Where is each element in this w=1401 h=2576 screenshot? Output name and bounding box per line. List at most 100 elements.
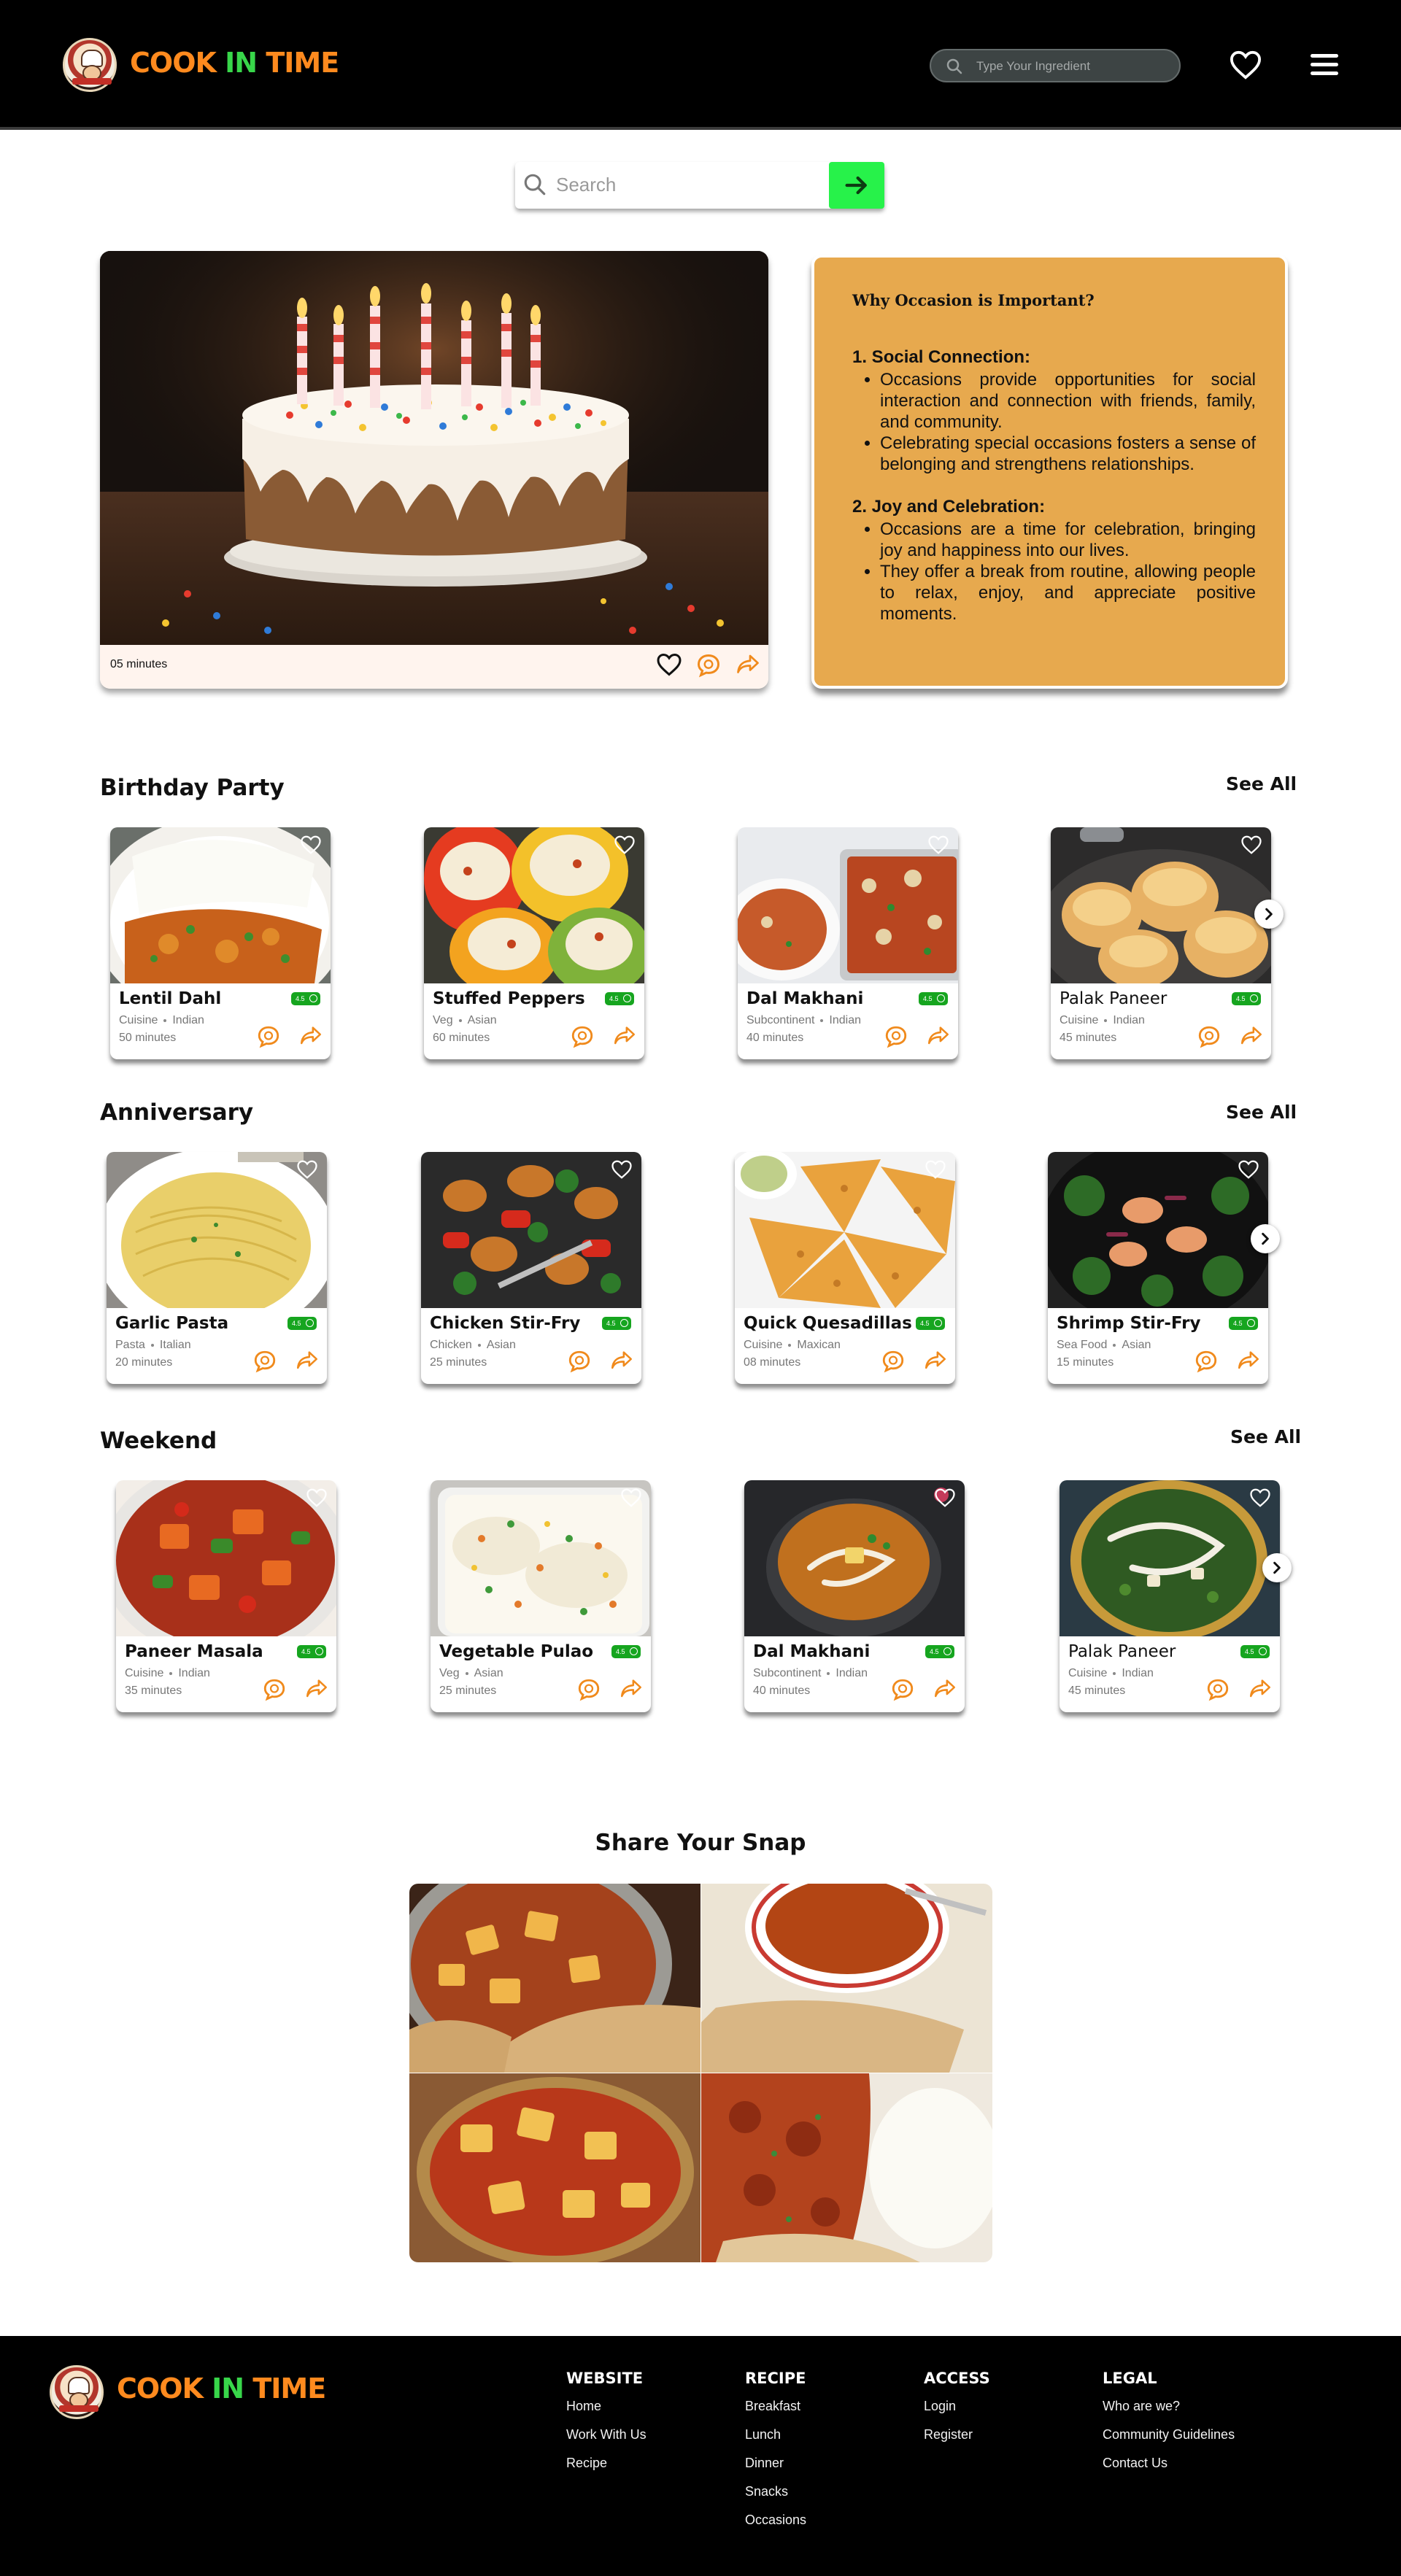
snap-photo[interactable] (701, 1884, 992, 2073)
footer-link[interactable]: Occasions (745, 2513, 806, 2527)
share-icon[interactable] (1236, 1349, 1261, 1372)
see-all-link[interactable]: See All (1226, 1102, 1297, 1123)
heart-icon[interactable] (620, 1488, 642, 1508)
recipe-category: Sea Food (1057, 1339, 1108, 1351)
recipe-category: Cuisine (744, 1339, 783, 1351)
carousel-next-button[interactable] (1254, 900, 1284, 929)
heart-icon[interactable] (1240, 835, 1262, 855)
heart-icon[interactable] (1238, 1159, 1259, 1180)
footer-link[interactable]: Recipe (566, 2456, 647, 2470)
recipe-cuisine: Italian (159, 1339, 191, 1351)
chat-icon[interactable] (1205, 1677, 1230, 1702)
recipe-card[interactable]: Dal Makhani 4.5 Subcontinent Indian 40 minut… (744, 1480, 965, 1712)
recipe-card[interactable]: Quick Quesadillas 4.5 Cuisine Maxican 08 min… (735, 1152, 955, 1384)
heart-icon[interactable] (614, 835, 636, 855)
star-badge-icon (1259, 1647, 1267, 1655)
logo-icon[interactable] (63, 38, 117, 92)
carousel-next-button[interactable] (1262, 1553, 1292, 1582)
footer-brand-name[interactable]: COOK IN TIME (117, 2372, 326, 2405)
chat-icon[interactable] (252, 1349, 277, 1374)
recipe-card[interactable]: Paneer Masala 4.5 Cuisine Indian 35 minutes (116, 1480, 336, 1712)
star-badge-icon (620, 1319, 628, 1327)
footer-link[interactable]: Work With Us (566, 2427, 647, 2442)
recipe-card[interactable]: Garlic Pasta 4.5 Pasta Italian 20 minutes (107, 1152, 327, 1384)
recipe-card[interactable]: Palak Paneer 4.5 Cuisine Indian 45 minutes (1051, 827, 1271, 1059)
ingredient-search[interactable] (930, 49, 1181, 82)
share-icon[interactable] (298, 1024, 323, 1048)
chat-icon[interactable] (567, 1349, 592, 1374)
brand-name[interactable]: COOK IN TIME (130, 47, 339, 79)
chat-icon[interactable] (890, 1677, 915, 1702)
footer-link[interactable]: Lunch (745, 2427, 806, 2442)
recipe-card[interactable]: Palak Paneer 4.5 Cuisine Indian 45 minutes (1060, 1480, 1280, 1712)
recipe-card[interactable]: Stuffed Peppers 4.5 Veg Asian 60 minutes (424, 827, 644, 1059)
heart-icon[interactable] (934, 1488, 956, 1508)
heart-icon[interactable] (300, 835, 322, 855)
share-icon[interactable] (926, 1024, 951, 1048)
hero-recipe-card[interactable]: 05 minutes (100, 251, 768, 689)
snap-photo[interactable] (701, 2073, 992, 2262)
footer-link[interactable]: Snacks (745, 2484, 806, 2499)
recipe-search-bar[interactable] (515, 162, 884, 209)
menu-icon[interactable] (1311, 54, 1340, 77)
share-icon[interactable] (933, 1677, 957, 1701)
recipe-time: 50 minutes (119, 1032, 177, 1044)
heart-icon[interactable] (296, 1159, 318, 1180)
chat-icon[interactable] (262, 1677, 287, 1702)
snap-photo[interactable] (409, 1884, 700, 2073)
rating-value: 4.5 (606, 1320, 616, 1327)
logo-icon[interactable] (50, 2365, 104, 2419)
footer-link[interactable]: Community Guidelines (1103, 2427, 1235, 2442)
share-icon[interactable] (1239, 1024, 1264, 1048)
footer-link[interactable]: Login (924, 2399, 990, 2413)
share-icon[interactable] (735, 652, 761, 677)
share-icon[interactable] (295, 1349, 320, 1372)
heart-icon[interactable] (1249, 1488, 1271, 1508)
heart-icon[interactable] (925, 1159, 946, 1180)
share-icon[interactable] (923, 1349, 948, 1372)
footer-link[interactable]: Contact Us (1103, 2456, 1235, 2470)
share-icon[interactable] (1248, 1677, 1273, 1701)
recipe-search-input[interactable] (556, 172, 819, 197)
chat-icon[interactable] (570, 1024, 595, 1049)
share-icon[interactable] (609, 1349, 634, 1372)
snap-photo[interactable] (409, 2073, 700, 2262)
top-navbar: COOK IN TIME (0, 0, 1401, 130)
heart-icon[interactable] (656, 652, 682, 677)
share-icon[interactable] (304, 1677, 329, 1701)
chat-icon[interactable] (1194, 1349, 1219, 1374)
chat-icon[interactable] (881, 1349, 906, 1374)
see-all-link[interactable]: See All (1226, 773, 1297, 794)
chat-icon[interactable] (1197, 1024, 1221, 1049)
chat-icon[interactable] (884, 1024, 908, 1049)
recipe-time: 45 minutes (1068, 1685, 1126, 1697)
share-icon[interactable] (619, 1677, 644, 1701)
recipe-card[interactable]: Shrimp Stir-Fry 4.5 Sea Food Asian 15 minute… (1048, 1152, 1268, 1384)
recipe-category: Veg (439, 1667, 460, 1679)
ingredient-search-input[interactable] (976, 56, 1166, 77)
recipe-cuisine: Indian (1122, 1667, 1154, 1679)
chat-icon[interactable] (256, 1024, 281, 1049)
recipe-card[interactable]: Chicken Stir-Fry 4.5 Chicken Asian 25 minute… (421, 1152, 641, 1384)
star-badge-icon (937, 994, 945, 1002)
favorites-heart-icon[interactable] (1229, 50, 1262, 80)
heart-icon[interactable] (306, 1488, 328, 1508)
recipe-card[interactable]: Lentil Dahl 4.5 Cuisine Indian 50 minutes (110, 827, 331, 1059)
footer-link[interactable]: Register (924, 2427, 990, 2442)
search-submit-button[interactable] (829, 162, 884, 209)
recipe-card[interactable]: Vegetable Pulao 4.5 Veg Asian 25 minutes (431, 1480, 651, 1712)
footer-link[interactable]: Home (566, 2399, 647, 2413)
share-icon[interactable] (612, 1024, 637, 1048)
footer-link[interactable]: Breakfast (745, 2399, 806, 2413)
chevron-right-icon (1265, 908, 1273, 921)
heart-icon[interactable] (611, 1159, 633, 1180)
chat-icon[interactable] (695, 652, 722, 678)
footer-link[interactable]: Dinner (745, 2456, 806, 2470)
recipe-card[interactable]: Dal Makhani 4.5 Subcontinent Indian 40 minut… (738, 827, 958, 1059)
heart-icon[interactable] (927, 835, 949, 855)
see-all-link[interactable]: See All (1230, 1426, 1301, 1447)
carousel-next-button[interactable] (1251, 1224, 1280, 1253)
snap-gallery[interactable] (409, 1884, 992, 2262)
footer-link[interactable]: Who are we? (1103, 2399, 1235, 2413)
chat-icon[interactable] (576, 1677, 601, 1702)
